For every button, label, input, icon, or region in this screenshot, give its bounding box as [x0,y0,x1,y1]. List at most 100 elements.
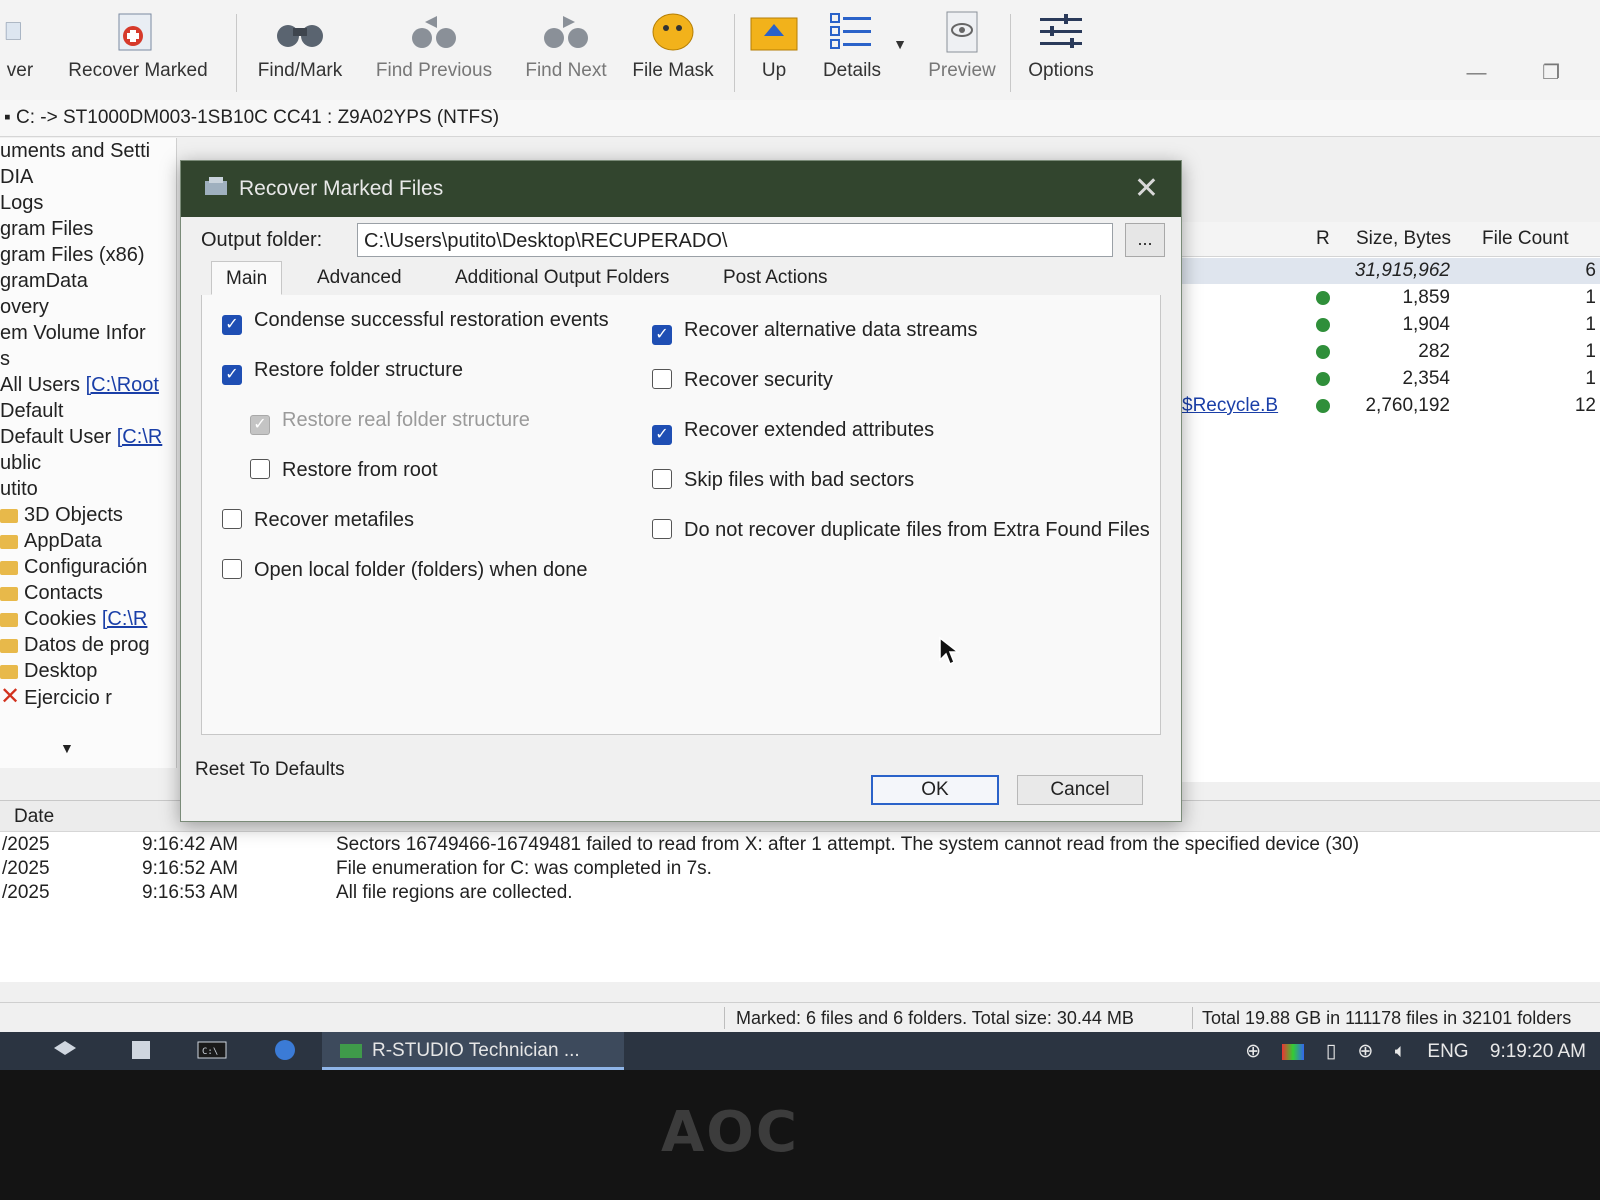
checkbox-unchecked-icon[interactable] [652,369,672,389]
checkbox-unchecked-icon[interactable] [652,469,672,489]
file-mask-button[interactable]: File Mask [628,6,718,96]
option-checkbox[interactable]: ✓ Recover alternative data streams [652,319,977,345]
checkbox-unchecked-icon[interactable] [222,559,242,579]
language-indicator[interactable]: ENG [1427,1041,1468,1062]
tab-main[interactable]: Main [211,261,283,295]
app-circle-icon[interactable] [272,1038,298,1062]
checkbox-checked-icon[interactable]: ✓ [222,315,242,335]
option-checkbox[interactable]: ✓ Recover extended attributes [652,419,934,445]
file-mask-icon [652,13,694,51]
log-row[interactable]: /2025 9:16:53 AM All file regions are coll… [0,882,1600,906]
ok-button[interactable]: OK [871,775,999,805]
file-count: 1 [1585,314,1596,335]
find-mark-button[interactable]: Find/Mark [250,6,350,96]
column-r[interactable]: R [1316,228,1330,250]
tree-item[interactable]: uments and Setti [0,138,176,164]
clock[interactable]: 9:19:20 AM [1490,1041,1586,1062]
checkbox-checked-icon[interactable]: ✓ [652,325,672,345]
tree-item-link[interactable]: [C:\Root [86,374,159,396]
file-list-row[interactable]: $Recycle.B 2,760,192 12 [1170,393,1600,419]
checkbox-checked-icon[interactable]: ✓ [222,365,242,385]
up-button[interactable]: Up [742,6,806,96]
log-row[interactable]: /2025 9:16:52 AM File enumeration for C: w… [0,858,1600,882]
tree-item[interactable]: Datos de prog [0,632,176,658]
option-checkbox[interactable]: ✓ Condense successful restoration events [222,309,609,335]
tree-item[interactable]: s [0,346,176,372]
file-list-row[interactable]: 1,904 1 [1170,312,1600,338]
option-checkbox[interactable]: Recover metafiles [222,509,414,532]
maximize-icon[interactable]: ❐ [1542,62,1560,84]
log-row[interactable]: /2025 9:16:42 AM Sectors 16749466-16749481… [0,834,1600,858]
tree-item[interactable]: DIA [0,164,176,190]
file-name-link[interactable]: $Recycle.B [1182,395,1278,417]
column-size[interactable]: Size, Bytes [1356,228,1451,250]
tree-item[interactable]: AppData [0,528,176,554]
notepad-icon[interactable] [128,1038,154,1062]
file-list-row[interactable]: 1,859 1 [1170,285,1600,311]
tree-item-link[interactable]: [C:\R [102,608,148,630]
tree-item[interactable]: gram Files (x86) [0,242,176,268]
log-time: 9:16:42 AM [142,834,239,855]
preview-button[interactable]: Preview [922,6,1002,96]
checkbox-checked-icon[interactable]: ✓ [652,425,672,445]
option-checkbox[interactable]: Recover security [652,369,833,392]
close-icon[interactable]: ✕ [1134,171,1159,206]
checkbox-unchecked-icon[interactable] [250,459,270,479]
file-list-row[interactable]: 2,354 1 [1170,366,1600,392]
volume-icon[interactable]: 🔈︎ [1395,1041,1406,1062]
tree-item[interactable]: utito [0,476,176,502]
find-previous-button[interactable]: Find Previous [370,6,498,96]
option-checkbox[interactable]: Skip files with bad sectors [652,469,914,492]
tree-item[interactable]: Contacts [0,580,176,606]
output-folder-field[interactable]: C:\Users\putito\Desktop\RECUPERADO\ [357,223,1113,257]
tree-item[interactable]: Desktop [0,658,176,684]
option-checkbox[interactable]: Do not recover duplicate files from Extr… [652,519,1150,542]
usb-icon[interactable]: ▯ [1326,1041,1336,1062]
details-button[interactable]: Details [816,6,888,96]
tab-post-actions[interactable]: Post Actions [709,261,842,295]
column-file-count[interactable]: File Count [1482,228,1569,250]
tree-item[interactable]: Logs [0,190,176,216]
tree-item[interactable]: Default User [C:\R [0,424,176,450]
browse-button[interactable]: ... [1125,223,1165,257]
layers-icon[interactable] [52,1038,78,1062]
tree-item[interactable]: gram Files [0,216,176,242]
tree-item-link[interactable]: [C:\R [117,426,163,448]
minimize-icon[interactable]: — [1467,62,1487,84]
globe-icon[interactable]: ⊕ [1358,1041,1374,1062]
tree-dropdown-icon[interactable]: ▼ [60,740,74,756]
tree-item[interactable]: Default [0,398,176,424]
tree-item[interactable]: All Users [C:\Root [0,372,176,398]
reset-to-defaults-button[interactable]: Reset To Defaults [195,759,345,781]
tree-item-label: DIA [0,166,34,188]
file-list-row[interactable]: 282 1 [1170,339,1600,365]
tree-item[interactable]: 3D Objects [0,502,176,528]
dialog-title-bar[interactable]: Recover Marked Files ✕ [181,161,1181,217]
checkbox-unchecked-icon[interactable] [652,519,672,539]
recover-button[interactable]: ver [0,6,40,96]
options-button[interactable]: Options [1018,6,1104,96]
tab-additional-output-folders[interactable]: Additional Output Folders [441,261,683,295]
tree-item[interactable]: ✕ Ejercicio r [0,684,176,710]
tree-item[interactable]: Configuración [0,554,176,580]
cancel-button[interactable]: Cancel [1017,775,1143,805]
find-next-button[interactable]: Find Next [518,6,614,96]
tree-item[interactable]: em Volume Infor [0,320,176,346]
option-checkbox[interactable]: Restore from root [250,459,438,482]
tree-item[interactable]: gramData [0,268,176,294]
tree-item[interactable]: Cookies [C:\R [0,606,176,632]
tab-advanced[interactable]: Advanced [303,261,416,295]
recover-marked-button[interactable]: Recover Marked [58,6,218,96]
tree-item[interactable]: overy [0,294,176,320]
network-icon[interactable]: ⊕ [1245,1041,1261,1062]
log-column-date[interactable]: Date [14,806,54,828]
terminal-icon[interactable]: C:\ [196,1038,228,1062]
folder-tree[interactable]: uments and Setti DIA Logs gram Files gram Fi… [0,138,177,768]
option-checkbox[interactable]: ✓ Restore folder structure [222,359,463,385]
file-list-row[interactable]: 31,915,962 6 [1170,258,1600,284]
taskbar-app-rstudio[interactable]: R-STUDIO Technician ... [322,1032,624,1070]
option-checkbox[interactable]: Open local folder (folders) when done [222,559,588,582]
color-icon[interactable] [1282,1043,1305,1060]
tree-item[interactable]: ublic [0,450,176,476]
checkbox-unchecked-icon[interactable] [222,509,242,529]
